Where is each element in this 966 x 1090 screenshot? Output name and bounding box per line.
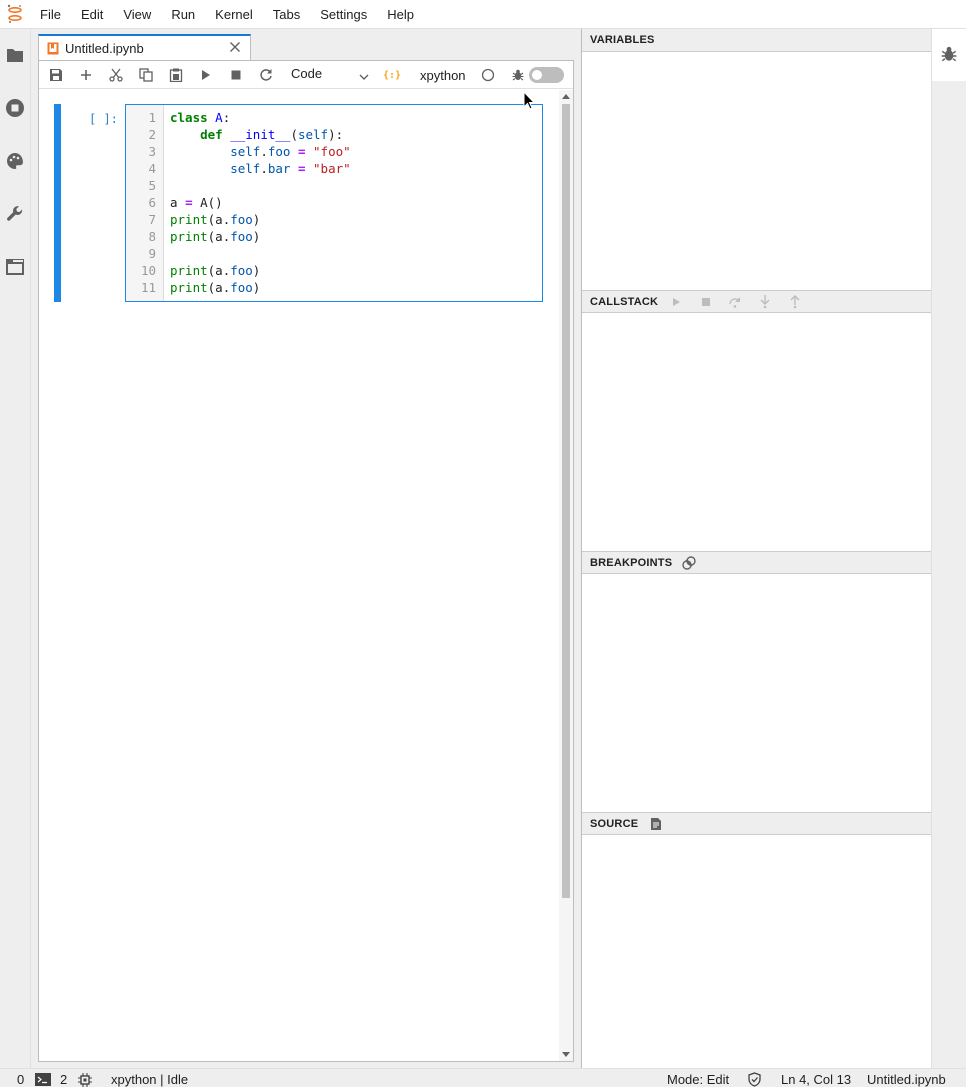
code-line: print(a.foo) <box>170 229 261 244</box>
kernel-name[interactable]: xpython <box>420 68 466 83</box>
left-sidebar <box>0 29 31 1068</box>
mode-indicator: Mode: Edit <box>667 1072 730 1087</box>
tab-untitled-notebook[interactable]: Untitled.ipynb <box>38 34 251 61</box>
callstack-header: CALLSTACK <box>582 290 932 313</box>
right-sidebar <box>931 29 966 1068</box>
debugger-panel: VARIABLES CALLSTACK BREAKPOINTS SOURCE <box>581 29 932 1068</box>
toggle-knob <box>532 70 542 80</box>
cut-icon[interactable] <box>108 67 124 83</box>
line-number: 2 <box>148 127 156 142</box>
line-gutter: 1 2 3 4 5 6 7 8 9 10 11 <box>126 105 164 301</box>
bug-icon <box>510 67 526 83</box>
continue-icon[interactable] <box>669 295 683 309</box>
cell-prompt: [ ]: <box>89 112 118 126</box>
count-a[interactable]: 0 <box>17 1072 24 1087</box>
copy-icon[interactable] <box>138 67 154 83</box>
line-number: 9 <box>148 246 156 261</box>
status-bar: 0 2 xpython | Idle Mode: Edit Ln 4, Col … <box>0 1068 966 1087</box>
menu-settings[interactable]: Settings <box>310 0 377 29</box>
code-editor[interactable]: 1 2 3 4 5 6 7 8 9 10 11 class A: def __init__(self… <box>125 104 543 302</box>
line-number: 8 <box>148 229 156 244</box>
tabs-icon[interactable] <box>5 257 25 277</box>
variables-header: VARIABLES <box>582 29 932 52</box>
code-line: a = A() <box>170 195 223 210</box>
kernel-chip-icon[interactable] <box>78 1073 92 1090</box>
paste-icon[interactable] <box>168 67 184 83</box>
notebook-icon <box>47 42 59 55</box>
notebook-panel: Code {:} xpython [ ]: 1 2 3 4 5 6 7 8 9 10 11… <box>38 60 574 1062</box>
variables-title: VARIABLES <box>590 34 655 46</box>
notebook-content: [ ]: 1 2 3 4 5 6 7 8 9 10 11 class A: def __init__… <box>39 90 559 1061</box>
menu-view[interactable]: View <box>113 0 161 29</box>
line-number: 10 <box>140 263 156 278</box>
step-out-icon[interactable] <box>788 295 802 309</box>
kernel-status-icon <box>480 67 496 83</box>
menu-kernel[interactable]: Kernel <box>205 0 263 29</box>
line-number: 7 <box>148 212 156 227</box>
line-number: 4 <box>148 161 156 176</box>
open-source-icon[interactable] <box>649 817 663 831</box>
wrench-icon[interactable] <box>5 204 25 224</box>
code-line: print(a.foo) <box>170 212 261 227</box>
source-title: SOURCE <box>590 818 639 830</box>
remove-breakpoints-icon[interactable] <box>682 556 696 570</box>
scrollbar[interactable] <box>559 90 573 1061</box>
current-file: Untitled.ipynb <box>867 1072 946 1087</box>
palette-icon[interactable] <box>5 151 25 171</box>
scroll-down-icon[interactable] <box>562 1052 570 1057</box>
debugger-toggle[interactable] <box>529 67 564 83</box>
menu-run[interactable]: Run <box>161 0 205 29</box>
jupyter-logo-icon[interactable] <box>0 0 30 29</box>
breakpoints-title: BREAKPOINTS <box>590 557 673 569</box>
code-line: print(a.foo) <box>170 263 261 278</box>
scroll-up-icon[interactable] <box>562 94 570 99</box>
terminate-icon[interactable] <box>699 295 713 309</box>
restart-icon[interactable] <box>258 67 274 83</box>
chevron-down-icon <box>359 69 369 84</box>
step-over-icon[interactable] <box>728 295 742 309</box>
running-icon[interactable] <box>5 98 25 118</box>
notebook-toolbar: Code {:} xpython <box>39 61 573 89</box>
line-number: 1 <box>148 110 156 125</box>
line-number: 5 <box>148 178 156 193</box>
code-line: print(a.foo) <box>170 280 261 295</box>
kernel-logo-icon: {:} <box>382 69 402 81</box>
breakpoints-header: BREAKPOINTS <box>582 551 932 574</box>
bug-icon <box>941 46 957 65</box>
close-icon[interactable] <box>229 41 241 53</box>
code-line: def __init__(self): <box>200 127 344 142</box>
line-number: 11 <box>140 280 156 295</box>
scroll-thumb[interactable] <box>562 104 570 898</box>
tab-label: Untitled.ipynb <box>65 41 144 56</box>
folder-icon[interactable] <box>5 45 25 65</box>
main-area: Untitled.ipynb Code {:} xpython []: 1 2… <box>31 29 581 1068</box>
line-number: 3 <box>148 144 156 159</box>
menu-edit[interactable]: Edit <box>71 0 113 29</box>
count-b[interactable]: 2 <box>60 1072 67 1087</box>
save-icon[interactable] <box>48 67 64 83</box>
run-icon[interactable] <box>198 67 214 83</box>
callstack-title: CALLSTACK <box>590 296 659 308</box>
cell-type-label: Code <box>291 66 323 81</box>
line-number: 6 <box>148 195 156 210</box>
cell-type-select[interactable]: Code <box>291 66 369 84</box>
stop-icon[interactable] <box>228 67 244 83</box>
code-line: self.foo = "foo" <box>230 144 351 159</box>
code-line: self.bar = "bar" <box>230 161 351 176</box>
kernel-status[interactable]: xpython | Idle <box>111 1072 188 1087</box>
menubar: File Edit View Run Kernel Tabs Settings … <box>0 0 966 29</box>
debugger-tab[interactable] <box>932 29 966 81</box>
tab-bar: Untitled.ipynb <box>38 34 574 61</box>
shield-check-icon[interactable] <box>747 1072 762 1090</box>
cursor-position[interactable]: Ln 4, Col 13 <box>781 1072 851 1087</box>
code-line: class A: <box>170 110 231 125</box>
mouse-cursor-icon <box>523 90 536 113</box>
add-cell-icon[interactable] <box>78 67 94 83</box>
menu-tabs[interactable]: Tabs <box>263 0 310 29</box>
cell-collapser[interactable] <box>54 104 61 302</box>
menu-file[interactable]: File <box>30 0 71 29</box>
menu-help[interactable]: Help <box>377 0 424 29</box>
source-header: SOURCE <box>582 812 932 835</box>
step-in-icon[interactable] <box>758 295 772 309</box>
